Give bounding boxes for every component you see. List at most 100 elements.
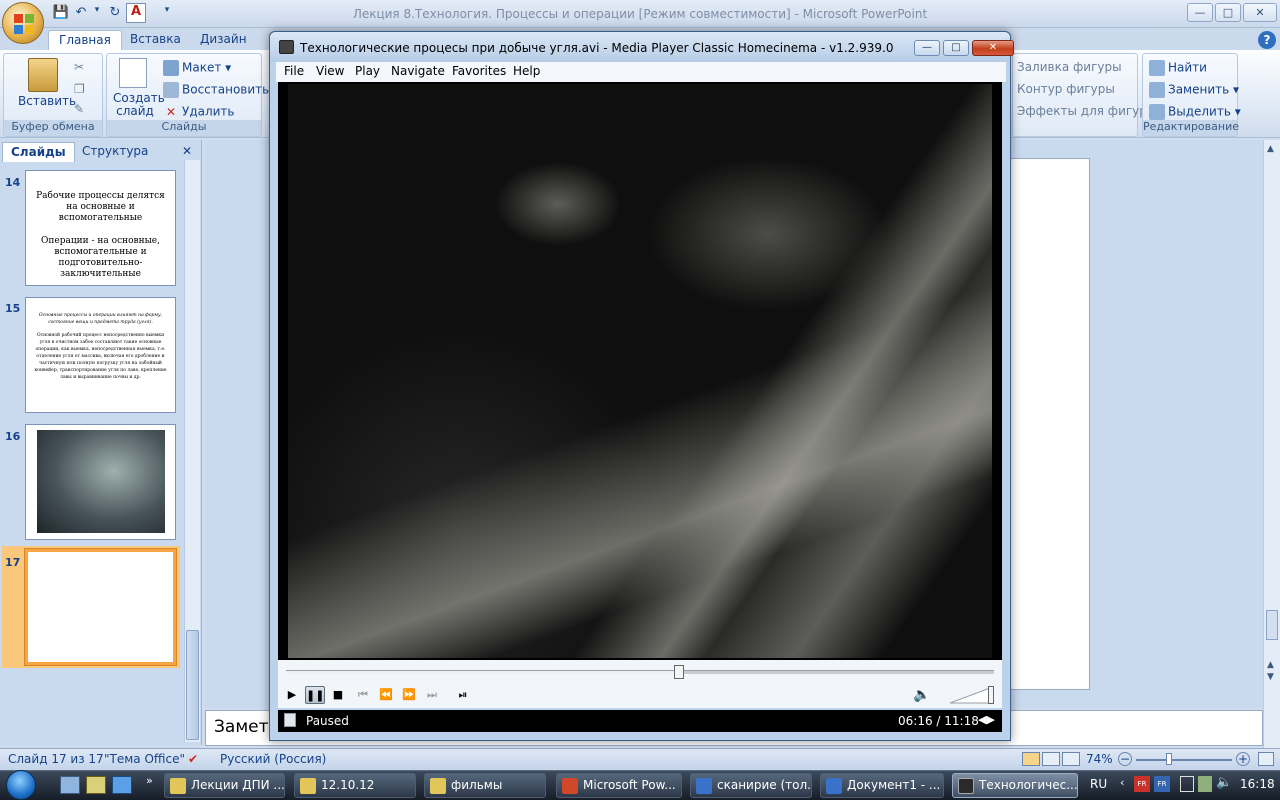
- shape-fill-button[interactable]: Заливка фигуры: [1017, 60, 1122, 74]
- taskbar-item-mpc[interactable]: Технологичес...: [952, 773, 1078, 798]
- menu-file[interactable]: File: [284, 64, 304, 78]
- tab-design[interactable]: Дизайн: [190, 30, 257, 50]
- spellcheck-icon[interactable]: ✔: [188, 752, 198, 766]
- current-slide[interactable]: [1010, 158, 1090, 690]
- tray-app-icon-1[interactable]: FR: [1134, 776, 1150, 792]
- browser-quicklaunch-icon[interactable]: [112, 776, 132, 794]
- close-pane-icon[interactable]: ✕: [182, 144, 192, 158]
- start-button[interactable]: [2, 769, 46, 800]
- slide-thumbnail-17[interactable]: [24, 548, 177, 666]
- seek-thumb[interactable]: [673, 665, 684, 679]
- redo-icon[interactable]: ↻: [106, 5, 124, 23]
- zoom-in-icon[interactable]: +: [1236, 752, 1250, 766]
- taskbar-item-powerpoint[interactable]: Microsoft Pow...: [556, 773, 682, 798]
- previous-icon[interactable]: ⏮: [353, 686, 373, 704]
- zoom-level[interactable]: 74%: [1086, 752, 1113, 766]
- stop-icon[interactable]: ■: [328, 686, 348, 704]
- cut-icon[interactable]: ✂: [74, 60, 84, 74]
- mpc-close-button[interactable]: ✕: [972, 40, 1014, 56]
- slide-thumbnail-14[interactable]: Рабочие процессы делятся на основные и в…: [25, 170, 176, 286]
- language-indicator[interactable]: Русский (Россия): [220, 752, 326, 766]
- new-slide-button[interactable]: Создать слайд: [113, 92, 165, 118]
- ppt-close-button[interactable]: ✕: [1243, 3, 1277, 22]
- copy-icon[interactable]: ❐: [74, 82, 85, 96]
- shape-outline-button[interactable]: Контур фигуры: [1017, 82, 1115, 96]
- normal-view-icon[interactable]: [1022, 752, 1040, 766]
- taskbar-item-date-folder[interactable]: 12.10.12: [294, 773, 416, 798]
- previous-slide-icon[interactable]: ▲: [1267, 660, 1274, 670]
- volume-thumb[interactable]: [988, 686, 994, 704]
- tab-outline[interactable]: Структура: [74, 142, 156, 162]
- reset-button[interactable]: Восстановить: [163, 82, 269, 98]
- safely-remove-icon[interactable]: [1180, 776, 1194, 792]
- menu-view[interactable]: View: [316, 64, 344, 78]
- taskbar-item-films[interactable]: фильмы: [424, 773, 546, 798]
- scroll-up-icon[interactable]: ▲: [1267, 144, 1274, 154]
- slides-pane-scroll-thumb[interactable]: [186, 630, 199, 740]
- play-icon[interactable]: ▶: [282, 686, 302, 704]
- mpc-minimize-button[interactable]: —: [914, 40, 940, 56]
- tray-app-icon-2[interactable]: FR: [1154, 776, 1170, 792]
- tray-expand-icon[interactable]: ‹: [1120, 776, 1124, 789]
- slide-thumbnail-15[interactable]: Основные процессы и операции влияют на ф…: [25, 297, 176, 413]
- main-vertical-scrollbar[interactable]: ▲ ▲ ▼: [1263, 140, 1280, 748]
- network-icon[interactable]: [1198, 776, 1212, 792]
- layout-button[interactable]: Макет ▾: [163, 60, 231, 76]
- taskbar-item-lectures[interactable]: Лекции ДПИ ...: [164, 773, 285, 798]
- word-icon: [826, 778, 842, 794]
- customize-qat-icon[interactable]: ▾: [158, 5, 176, 23]
- frame-step-icon[interactable]: ⏯: [453, 686, 473, 704]
- office-button[interactable]: [2, 2, 44, 44]
- slides-pane-scrollbar[interactable]: [184, 160, 200, 742]
- menu-favorites[interactable]: Favorites: [452, 64, 506, 78]
- help-icon[interactable]: ?: [1258, 31, 1276, 49]
- taskbar-item-document1[interactable]: Документ1 - ...: [820, 773, 944, 798]
- tab-home[interactable]: Главная: [48, 30, 122, 50]
- find-button[interactable]: Найти: [1149, 60, 1207, 76]
- mpc-maximize-button[interactable]: □: [943, 40, 969, 56]
- slideshow-icon[interactable]: [1062, 752, 1080, 766]
- replace-button[interactable]: Заменить ▾: [1149, 82, 1239, 98]
- mute-icon[interactable]: 🔈: [912, 686, 932, 704]
- select-button[interactable]: Выделить ▾: [1149, 104, 1241, 120]
- undo-dropdown-icon[interactable]: ▾: [88, 5, 106, 23]
- input-language[interactable]: RU: [1090, 777, 1107, 791]
- volume-slider[interactable]: [949, 686, 996, 704]
- slide-thumbnail-16[interactable]: [25, 424, 176, 540]
- ppt-minimize-button[interactable]: —: [1187, 3, 1213, 22]
- shape-effects-button[interactable]: Эффекты для фигур: [1017, 104, 1147, 118]
- tab-insert[interactable]: Вставка: [120, 30, 191, 50]
- menu-navigate[interactable]: Navigate: [391, 64, 445, 78]
- next-icon[interactable]: ⏭: [422, 686, 442, 704]
- quicklaunch-more-icon[interactable]: »: [146, 774, 153, 787]
- zoom-slider[interactable]: [1136, 759, 1232, 761]
- seek-bar[interactable]: [286, 665, 994, 679]
- zoom-out-icon[interactable]: −: [1118, 752, 1132, 766]
- mpc-title-bar[interactable]: Технологические процесы при добыче угля.…: [270, 32, 1014, 62]
- paste-button[interactable]: Вставить: [18, 94, 76, 108]
- clock[interactable]: 16:18: [1240, 777, 1275, 791]
- pause-icon[interactable]: ❚❚: [305, 686, 325, 704]
- rewind-icon[interactable]: ⏪: [376, 686, 396, 704]
- font-color-icon[interactable]: A: [126, 3, 146, 23]
- volume-tray-icon[interactable]: 🔈: [1216, 775, 1232, 790]
- menu-help[interactable]: Help: [513, 64, 540, 78]
- show-desktop-icon[interactable]: [60, 776, 80, 794]
- next-slide-icon[interactable]: ▼: [1267, 672, 1274, 682]
- fit-to-window-icon[interactable]: [1258, 752, 1274, 766]
- main-scroll-thumb[interactable]: [1266, 610, 1278, 640]
- audio-channel-icon[interactable]: ◀▶: [978, 713, 995, 726]
- fast-forward-icon[interactable]: ⏩: [399, 686, 419, 704]
- delete-slide-button[interactable]: ✕ Удалить: [163, 104, 235, 120]
- taskbar-item-scanning[interactable]: сканирие (тол...: [690, 773, 812, 798]
- ppt-maximize-button[interactable]: □: [1215, 3, 1241, 22]
- theme-name[interactable]: "Тема Office": [104, 752, 185, 766]
- zoom-slider-thumb[interactable]: [1166, 753, 1172, 765]
- tab-slides[interactable]: Слайды: [2, 142, 75, 162]
- menu-play[interactable]: Play: [355, 64, 380, 78]
- video-area[interactable]: [278, 82, 1002, 660]
- format-painter-icon[interactable]: ✎: [74, 102, 84, 116]
- folder-quicklaunch-icon[interactable]: [86, 776, 106, 794]
- save-icon[interactable]: 💾: [52, 5, 70, 23]
- slide-sorter-icon[interactable]: [1042, 752, 1060, 766]
